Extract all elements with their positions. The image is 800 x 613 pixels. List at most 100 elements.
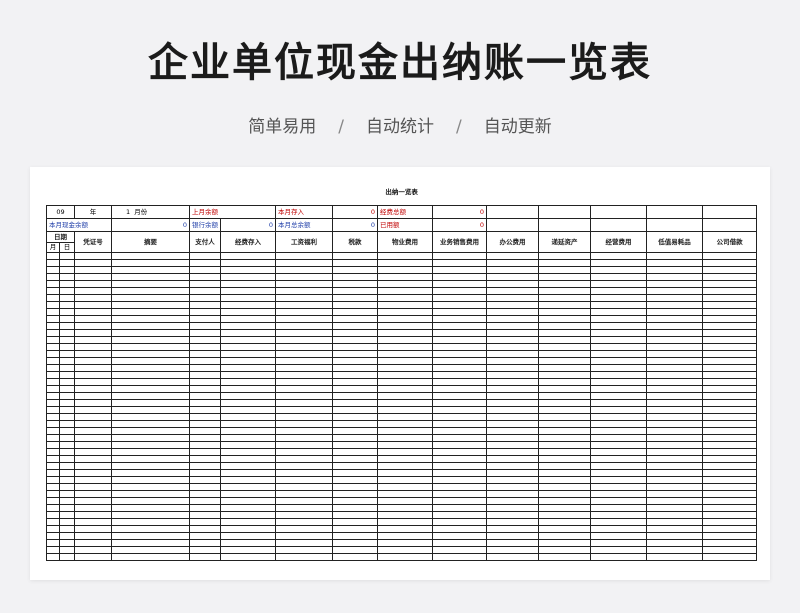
table-cell[interactable] <box>377 399 433 407</box>
table-cell[interactable] <box>275 392 333 400</box>
table-cell[interactable] <box>590 420 647 428</box>
table-cell[interactable] <box>646 266 703 274</box>
table-cell[interactable] <box>275 301 333 309</box>
table-cell[interactable] <box>332 441 378 449</box>
table-cell[interactable] <box>275 378 333 386</box>
table-cell[interactable] <box>111 259 190 267</box>
table-cell[interactable] <box>59 476 75 484</box>
table-cell[interactable] <box>646 343 703 351</box>
table-cell[interactable] <box>432 483 487 491</box>
table-cell[interactable] <box>189 546 221 554</box>
table-cell[interactable] <box>46 539 60 547</box>
table-cell[interactable] <box>46 546 60 554</box>
table-cell[interactable] <box>646 371 703 379</box>
table-cell[interactable] <box>701 413 758 421</box>
table-cell[interactable] <box>538 371 591 379</box>
table-cell[interactable] <box>220 378 276 386</box>
table-cell[interactable] <box>220 392 276 400</box>
table-cell[interactable] <box>432 364 487 372</box>
table-cell[interactable] <box>590 329 647 337</box>
table-cell[interactable] <box>275 280 333 288</box>
table-cell[interactable] <box>332 448 378 456</box>
table-cell[interactable] <box>220 406 276 414</box>
table-cell[interactable] <box>332 490 378 498</box>
table-cell[interactable] <box>646 497 703 505</box>
table-cell[interactable] <box>332 413 378 421</box>
table-cell[interactable] <box>59 322 75 330</box>
table-cell[interactable] <box>538 287 591 295</box>
table-cell[interactable] <box>220 357 276 365</box>
table-cell[interactable] <box>59 483 75 491</box>
table-cell[interactable] <box>46 329 60 337</box>
table-cell[interactable] <box>275 371 333 379</box>
table-cell[interactable] <box>701 462 758 470</box>
table-cell[interactable] <box>432 455 487 463</box>
table-cell[interactable] <box>332 322 378 330</box>
table-cell[interactable] <box>275 266 333 274</box>
table-cell[interactable] <box>46 448 60 456</box>
table-cell[interactable] <box>59 259 75 267</box>
table-cell[interactable] <box>111 343 190 351</box>
table-cell[interactable] <box>701 434 758 442</box>
table-cell[interactable] <box>111 406 190 414</box>
table-cell[interactable] <box>646 546 703 554</box>
table-cell[interactable] <box>377 322 433 330</box>
table-cell[interactable] <box>538 413 591 421</box>
table-cell[interactable] <box>220 287 276 295</box>
table-cell[interactable] <box>432 427 487 435</box>
table-cell[interactable] <box>275 441 333 449</box>
table-cell[interactable] <box>538 532 591 540</box>
table-cell[interactable] <box>646 427 703 435</box>
table-cell[interactable] <box>432 497 487 505</box>
table-cell[interactable] <box>701 378 758 386</box>
table-cell[interactable] <box>377 553 433 561</box>
table-cell[interactable] <box>332 553 378 561</box>
table-cell[interactable] <box>275 434 333 442</box>
table-cell[interactable] <box>74 476 112 484</box>
table-cell[interactable] <box>701 448 758 456</box>
table-cell[interactable] <box>111 427 190 435</box>
table-cell[interactable] <box>220 273 276 281</box>
table-cell[interactable] <box>189 392 221 400</box>
table-cell[interactable] <box>590 483 647 491</box>
table-cell[interactable] <box>59 434 75 442</box>
table-cell[interactable] <box>332 357 378 365</box>
table-cell[interactable] <box>701 357 758 365</box>
table-cell[interactable] <box>332 469 378 477</box>
table-cell[interactable] <box>590 301 647 309</box>
table-cell[interactable] <box>701 420 758 428</box>
table-cell[interactable] <box>377 371 433 379</box>
table-cell[interactable] <box>46 287 60 295</box>
table-cell[interactable] <box>189 259 221 267</box>
table-cell[interactable] <box>189 539 221 547</box>
table-cell[interactable] <box>332 364 378 372</box>
table-cell[interactable] <box>220 322 276 330</box>
table-cell[interactable] <box>432 532 487 540</box>
table-cell[interactable] <box>59 427 75 435</box>
table-cell[interactable] <box>275 399 333 407</box>
table-cell[interactable] <box>46 371 60 379</box>
table-cell[interactable] <box>377 539 433 547</box>
table-cell[interactable] <box>646 441 703 449</box>
table-cell[interactable] <box>189 336 221 344</box>
table-cell[interactable] <box>646 392 703 400</box>
table-cell[interactable] <box>486 455 539 463</box>
table-cell[interactable] <box>590 455 647 463</box>
table-cell[interactable] <box>432 490 487 498</box>
table-cell[interactable] <box>189 448 221 456</box>
table-cell[interactable] <box>111 329 190 337</box>
table-cell[interactable] <box>220 497 276 505</box>
table-cell[interactable] <box>275 448 333 456</box>
table-cell[interactable] <box>486 329 539 337</box>
table-cell[interactable] <box>432 476 487 484</box>
cash-balance-value[interactable]: 0 <box>111 218 190 232</box>
table-cell[interactable] <box>74 399 112 407</box>
table-cell[interactable] <box>189 350 221 358</box>
table-cell[interactable] <box>538 420 591 428</box>
table-cell[interactable] <box>46 399 60 407</box>
table-cell[interactable] <box>646 350 703 358</box>
table-cell[interactable] <box>486 378 539 386</box>
table-cell[interactable] <box>590 406 647 414</box>
table-cell[interactable] <box>377 455 433 463</box>
table-cell[interactable] <box>111 336 190 344</box>
